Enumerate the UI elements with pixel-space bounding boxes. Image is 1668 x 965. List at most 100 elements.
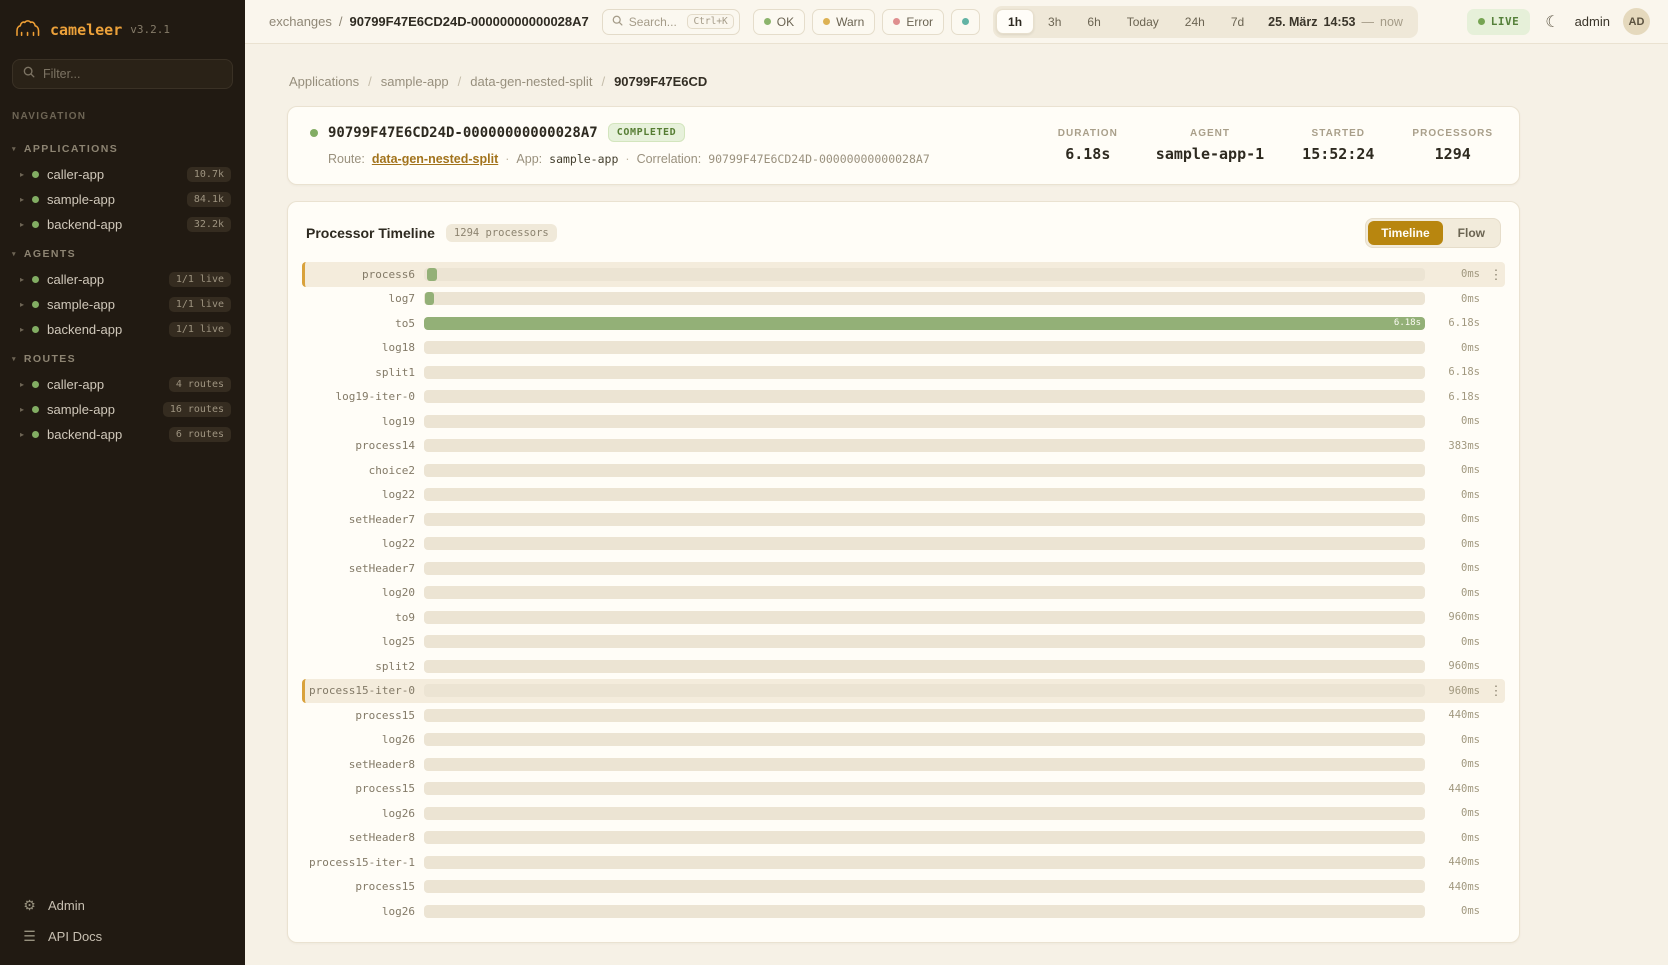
timeline-row-log18[interactable]: log180ms⋮ [302,336,1505,361]
sidebar-item-caller-app[interactable]: ▸caller-app10.7k [0,162,245,187]
meta-separator: · [625,152,629,166]
status-dot [823,18,830,25]
sidebar-filter-input[interactable] [43,67,222,81]
timeline-row-log19[interactable]: log190ms⋮ [302,409,1505,434]
timeline-row-process15[interactable]: process15440ms⋮ [302,777,1505,802]
range-button-today[interactable]: Today [1115,9,1171,34]
kebab-menu-icon[interactable]: ⋮ [1489,268,1503,281]
processor-label: log26 [305,807,415,820]
timeline-track [424,537,1425,550]
processor-timeline-card: Processor Timeline 1294 processors Timel… [287,201,1520,943]
timeline-row-log19-iter-0[interactable]: log19-iter-06.18s⋮ [302,385,1505,410]
timeline-row-process15[interactable]: process15440ms⋮ [302,703,1505,728]
timeline-row-split2[interactable]: split2960ms⋮ [302,654,1505,679]
sidebar-item-api-docs[interactable]: ☰ API Docs [22,928,227,945]
sidebar-section-agents[interactable]: ▾AGENTS [0,237,245,267]
sidebar-item-label: caller-app [47,377,104,392]
sidebar-item-backend-app[interactable]: ▸backend-app32.2k [0,212,245,237]
range-button-1h[interactable]: 1h [996,9,1034,34]
sidebar-item-label: backend-app [47,427,122,442]
search-input[interactable]: Search... ... Ctrl+K [602,9,740,35]
range-button-6h[interactable]: 6h [1075,9,1112,34]
kebab-menu-icon[interactable]: ⋮ [1489,684,1503,697]
sidebar-item-caller-app[interactable]: ▸caller-app1/1 live [0,267,245,292]
sidebar-item-backend-app[interactable]: ▸backend-app1/1 live [0,317,245,342]
processor-label: setHeader8 [305,758,415,771]
range-button-7d[interactable]: 7d [1219,9,1256,34]
timeline-row-setHeader7[interactable]: setHeader70ms⋮ [302,556,1505,581]
processor-count-badge: 1294 processors [446,224,557,242]
row-duration: 0ms [1434,734,1480,746]
sidebar-item-sample-app[interactable]: ▸sample-app84.1k [0,187,245,212]
timeline-row-process15[interactable]: process15440ms⋮ [302,875,1505,900]
row-duration: 6.18s [1434,317,1480,329]
row-duration: 0ms [1434,905,1480,917]
processor-label: process15 [305,782,415,795]
timeline-row-setHeader8[interactable]: setHeader80ms⋮ [302,826,1505,851]
row-duration: 960ms [1434,685,1480,697]
timeline-row-log25[interactable]: log250ms⋮ [302,630,1505,655]
sidebar-item-label: sample-app [47,297,115,312]
sidebar-item-sample-app[interactable]: ▸sample-app16 routes [0,397,245,422]
timeline-track [424,390,1425,403]
timeline-row-log20[interactable]: log200ms⋮ [302,581,1505,606]
processor-label: setHeader7 [305,513,415,526]
timeline-row-to5[interactable]: to56.18s6.18s⋮ [302,311,1505,336]
dark-mode-toggle-moon-icon[interactable]: ☾ [1543,12,1561,32]
sidebar-item-backend-app[interactable]: ▸backend-app6 routes [0,422,245,447]
sidebar-item-caller-app[interactable]: ▸caller-app4 routes [0,372,245,397]
content: Applications/sample-app/data-gen-nested-… [245,44,1668,965]
live-badge[interactable]: LIVE [1467,9,1531,35]
timeline-row-process6[interactable]: process60ms⋮ [302,262,1505,287]
sidebar-section-title: APPLICATIONS [24,143,118,155]
range-button-3h[interactable]: 3h [1036,9,1073,34]
timeline-row-process15-iter-0[interactable]: process15-iter-0960ms⋮ [302,679,1505,704]
date-range-date: 25. März [1268,15,1317,29]
live-dot-icon [1478,18,1485,25]
status-badge: COMPLETED [608,123,686,142]
filter-chip-ok[interactable]: OK [753,9,805,35]
filter-chip-error[interactable]: Error [882,9,944,35]
timeline-row-log26[interactable]: log260ms⋮ [302,728,1505,753]
row-duration: 6.18s [1434,391,1480,403]
timeline-row-log7[interactable]: log70ms⋮ [302,287,1505,312]
timeline-track [424,660,1425,673]
timeline-row-setHeader8[interactable]: setHeader80ms⋮ [302,752,1505,777]
breadcrumb-section[interactable]: exchanges [269,14,332,29]
view-button-timeline[interactable]: Timeline [1368,221,1442,245]
app-title: cameleer [50,21,122,39]
avatar[interactable]: AD [1623,8,1650,35]
timeline-row-to9[interactable]: to9960ms⋮ [302,605,1505,630]
sidebar-section-title: ROUTES [24,353,76,365]
sidebar-filter-box[interactable] [12,59,233,89]
breadcrumb-item-sample-app[interactable]: sample-app [381,74,449,89]
sidebar-section-routes[interactable]: ▾ROUTES [0,342,245,372]
timeline-row-log26[interactable]: log260ms⋮ [302,899,1505,924]
timeline-track [424,880,1425,893]
timeline-row-log22[interactable]: log220ms⋮ [302,483,1505,508]
range-button-24h[interactable]: 24h [1173,9,1217,34]
timeline-row-log26[interactable]: log260ms⋮ [302,801,1505,826]
row-duration: 0ms [1434,758,1480,770]
timeline-row-log22[interactable]: log220ms⋮ [302,532,1505,557]
processor-label: log7 [305,292,415,305]
row-duration: 0ms [1434,293,1480,305]
sidebar-item-sample-app[interactable]: ▸sample-app1/1 live [0,292,245,317]
timeline-row-split1[interactable]: split16.18s⋮ [302,360,1505,385]
sidebar-item-admin[interactable]: ⚙ Admin [22,897,227,914]
timeline-row-process15-iter-1[interactable]: process15-iter-1440ms⋮ [302,850,1505,875]
timeline-row-setHeader7[interactable]: setHeader70ms⋮ [302,507,1505,532]
breadcrumb-item-data-gen-nested-split[interactable]: data-gen-nested-split [470,74,592,89]
row-duration: 440ms [1434,783,1480,795]
timeline-track: 6.18s [424,317,1425,330]
filter-chip-warn[interactable]: Warn [812,9,875,35]
sidebar-section-applications[interactable]: ▾APPLICATIONS [0,132,245,162]
processor-label: setHeader7 [305,562,415,575]
route-link[interactable]: data-gen-nested-split [372,152,498,166]
timeline-row-process14[interactable]: process14383ms⋮ [302,434,1505,459]
timeline-row-choice2[interactable]: choice20ms⋮ [302,458,1505,483]
filter-chip-extra[interactable] [951,9,980,35]
view-button-flow[interactable]: Flow [1445,221,1498,245]
sidebar-item-label: caller-app [47,272,104,287]
breadcrumb-item-applications[interactable]: Applications [289,74,359,89]
